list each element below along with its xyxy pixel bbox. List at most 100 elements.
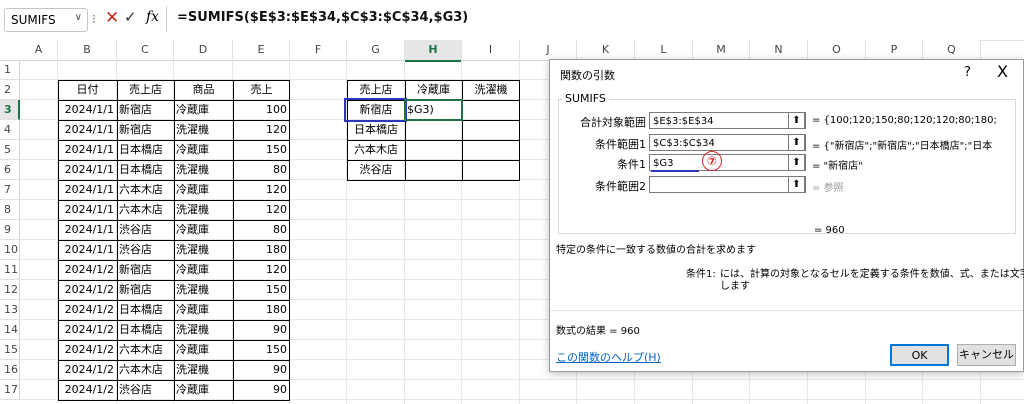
- table-border: [58, 200, 290, 201]
- table-cell: 洗濯機: [176, 123, 209, 136]
- close-icon[interactable]: X: [997, 62, 1008, 81]
- help-question-icon[interactable]: ?: [964, 65, 971, 80]
- summary-header: 洗濯機: [474, 83, 508, 96]
- ok-button[interactable]: OK: [890, 344, 949, 366]
- table-cell: 2024/1/1: [64, 183, 114, 196]
- row-header-5[interactable]: 5: [0, 140, 20, 160]
- formula-text: =SUMIFS($E$3:$E$34,$C$3:$C$34,$G3): [177, 10, 469, 25]
- column-header-k[interactable]: K: [577, 40, 635, 61]
- table-cell: 2024/1/2: [64, 323, 114, 336]
- column-header-h[interactable]: H: [405, 40, 462, 62]
- column-header-d[interactable]: D: [174, 40, 233, 61]
- enter-check-icon[interactable]: ✓: [124, 8, 137, 26]
- criteria-highlight-g3: [344, 98, 407, 122]
- row-header-10[interactable]: 10: [0, 240, 20, 260]
- arg-value: $E$3:$E$34: [653, 116, 714, 127]
- active-cell-h3[interactable]: [404, 99, 463, 121]
- arg-input-criteria1[interactable]: $G3: [649, 154, 806, 171]
- column-header-j[interactable]: J: [520, 40, 577, 61]
- range-picker-icon[interactable]: ⬆: [788, 176, 805, 193]
- table-cell: 日本橋店: [119, 303, 163, 316]
- row-header-16[interactable]: 16: [0, 360, 20, 380]
- column-header-c[interactable]: C: [117, 40, 174, 61]
- chevron-down-icon[interactable]: ∨: [75, 12, 82, 23]
- total-result: = 960: [814, 225, 845, 236]
- table-cell: 新宿店: [119, 123, 152, 136]
- table-header: 商品: [192, 83, 215, 96]
- table-border: [58, 80, 290, 81]
- row-header-17[interactable]: 17: [0, 380, 20, 400]
- table-cell: 洗濯機: [176, 163, 209, 176]
- table-border: [58, 120, 290, 121]
- table-cell: 150: [266, 143, 287, 156]
- table-cell: 冷蔵庫: [176, 303, 209, 316]
- table-border: [58, 280, 290, 281]
- arg-help-text: には、計算の対象となるセルを定義する条件を数値、式、または文字列で指定: [720, 269, 1024, 280]
- range-picker-icon[interactable]: ⬆: [788, 154, 805, 171]
- column-header-g[interactable]: G: [347, 40, 405, 61]
- table-cell: 100: [266, 103, 287, 116]
- column-header-b[interactable]: B: [58, 40, 117, 61]
- arg-input-criteria-range2[interactable]: [649, 176, 806, 193]
- column-header-m[interactable]: M: [693, 40, 750, 61]
- divider: [550, 310, 1023, 311]
- dialog-title: 関数の引数: [560, 69, 615, 82]
- column-header-l[interactable]: L: [635, 40, 693, 61]
- column-header-n[interactable]: N: [750, 40, 808, 61]
- column-header-f[interactable]: F: [290, 40, 347, 61]
- table-cell: 冷蔵庫: [176, 383, 209, 396]
- range-picker-icon[interactable]: ⬆: [788, 134, 805, 151]
- arg-input-sum-range[interactable]: $E$3:$E$34: [649, 112, 806, 129]
- row-header-9[interactable]: 9: [0, 220, 20, 240]
- table-cell: 新宿店: [119, 103, 152, 116]
- row-header-2[interactable]: 2: [0, 80, 20, 100]
- column-header-q[interactable]: Q: [923, 40, 981, 61]
- name-box[interactable]: SUMIFS ∨: [4, 8, 88, 32]
- row-header-7[interactable]: 7: [0, 180, 20, 200]
- table-cell: 180: [266, 243, 287, 256]
- row-header-3[interactable]: 3: [0, 100, 20, 120]
- table-cell: 2024/1/2: [64, 343, 114, 356]
- formula-result: 数式の結果 = 960: [556, 326, 640, 337]
- row-header-4[interactable]: 4: [0, 120, 20, 140]
- table-cell: 150: [266, 283, 287, 296]
- column-header-p[interactable]: P: [866, 40, 923, 61]
- table-header: 売上店: [129, 83, 162, 96]
- summary-border: [347, 80, 520, 81]
- column-header-o[interactable]: O: [808, 40, 866, 61]
- table-header: 売上: [250, 83, 273, 96]
- arg-value: $C$3:$C$34: [653, 138, 715, 149]
- table-cell: 2024/1/2: [64, 283, 114, 296]
- row-header-6[interactable]: 6: [0, 160, 20, 180]
- arg-result: = {100;120;150;80;120;120;80;180;: [812, 115, 997, 126]
- row-header-13[interactable]: 13: [0, 300, 20, 320]
- row-header-12[interactable]: 12: [0, 280, 20, 300]
- table-border: [58, 400, 290, 401]
- table-cell: 2024/1/1: [64, 123, 114, 136]
- row-header-11[interactable]: 11: [0, 260, 20, 280]
- table-cell: 120: [266, 123, 287, 136]
- insert-function-icon[interactable]: fx: [146, 9, 159, 25]
- formula-input[interactable]: =SUMIFS($E$3:$E$34,$C$3:$C$34,$G3): [166, 6, 1017, 32]
- row-header-15[interactable]: 15: [0, 340, 20, 360]
- column-header-i[interactable]: I: [462, 40, 520, 61]
- table-cell: 2024/1/2: [64, 303, 114, 316]
- table-cell: 冷蔵庫: [176, 223, 209, 236]
- arg-input-criteria-range1[interactable]: $C$3:$C$34: [649, 134, 806, 151]
- table-cell: 渋谷店: [119, 383, 152, 396]
- cancel-icon[interactable]: ✕: [105, 8, 119, 28]
- row-header-14[interactable]: 14: [0, 320, 20, 340]
- row-header-8[interactable]: 8: [0, 200, 20, 220]
- column-header-e[interactable]: E: [233, 40, 290, 61]
- summary-store: 六本木店: [354, 143, 398, 156]
- function-help-link[interactable]: この関数のヘルプ(H): [556, 349, 661, 365]
- cancel-button[interactable]: キャンセル: [957, 344, 1016, 366]
- row-header-1[interactable]: 1: [0, 60, 20, 80]
- table-cell: 日本橋店: [119, 323, 163, 336]
- summary-border: [347, 160, 520, 161]
- column-header-a[interactable]: A: [20, 40, 58, 61]
- table-cell: 洗濯機: [176, 323, 209, 336]
- table-cell: 六本木店: [119, 203, 163, 216]
- range-picker-icon[interactable]: ⬆: [788, 112, 805, 129]
- select-all-corner[interactable]: [0, 40, 21, 61]
